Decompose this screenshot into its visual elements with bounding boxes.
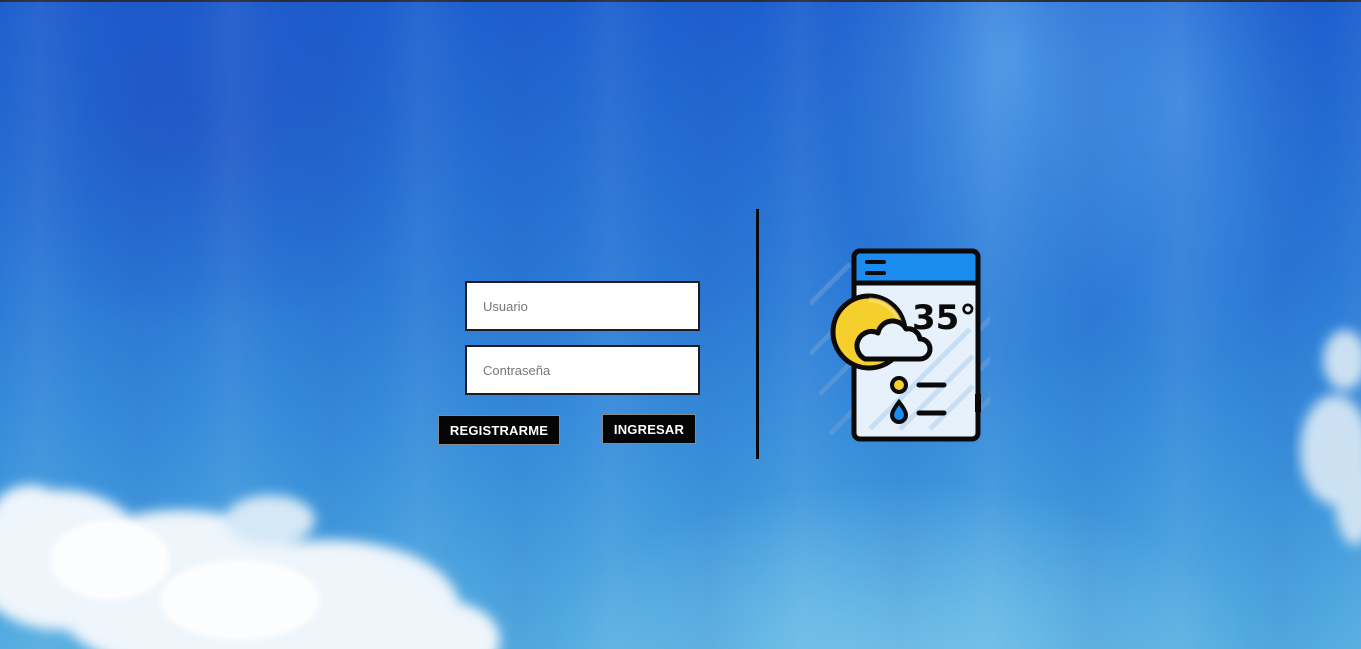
username-input[interactable]	[465, 281, 700, 331]
register-button[interactable]: REGISTRARME	[438, 415, 560, 445]
login-page: REGISTRARME INGRESAR 35°	[0, 0, 1361, 649]
vertical-divider	[756, 209, 759, 459]
temperature-text: 35°	[912, 298, 976, 338]
weather-app-icon: 35°	[810, 248, 990, 442]
login-button[interactable]: INGRESAR	[602, 414, 696, 444]
password-input[interactable]	[465, 345, 700, 395]
